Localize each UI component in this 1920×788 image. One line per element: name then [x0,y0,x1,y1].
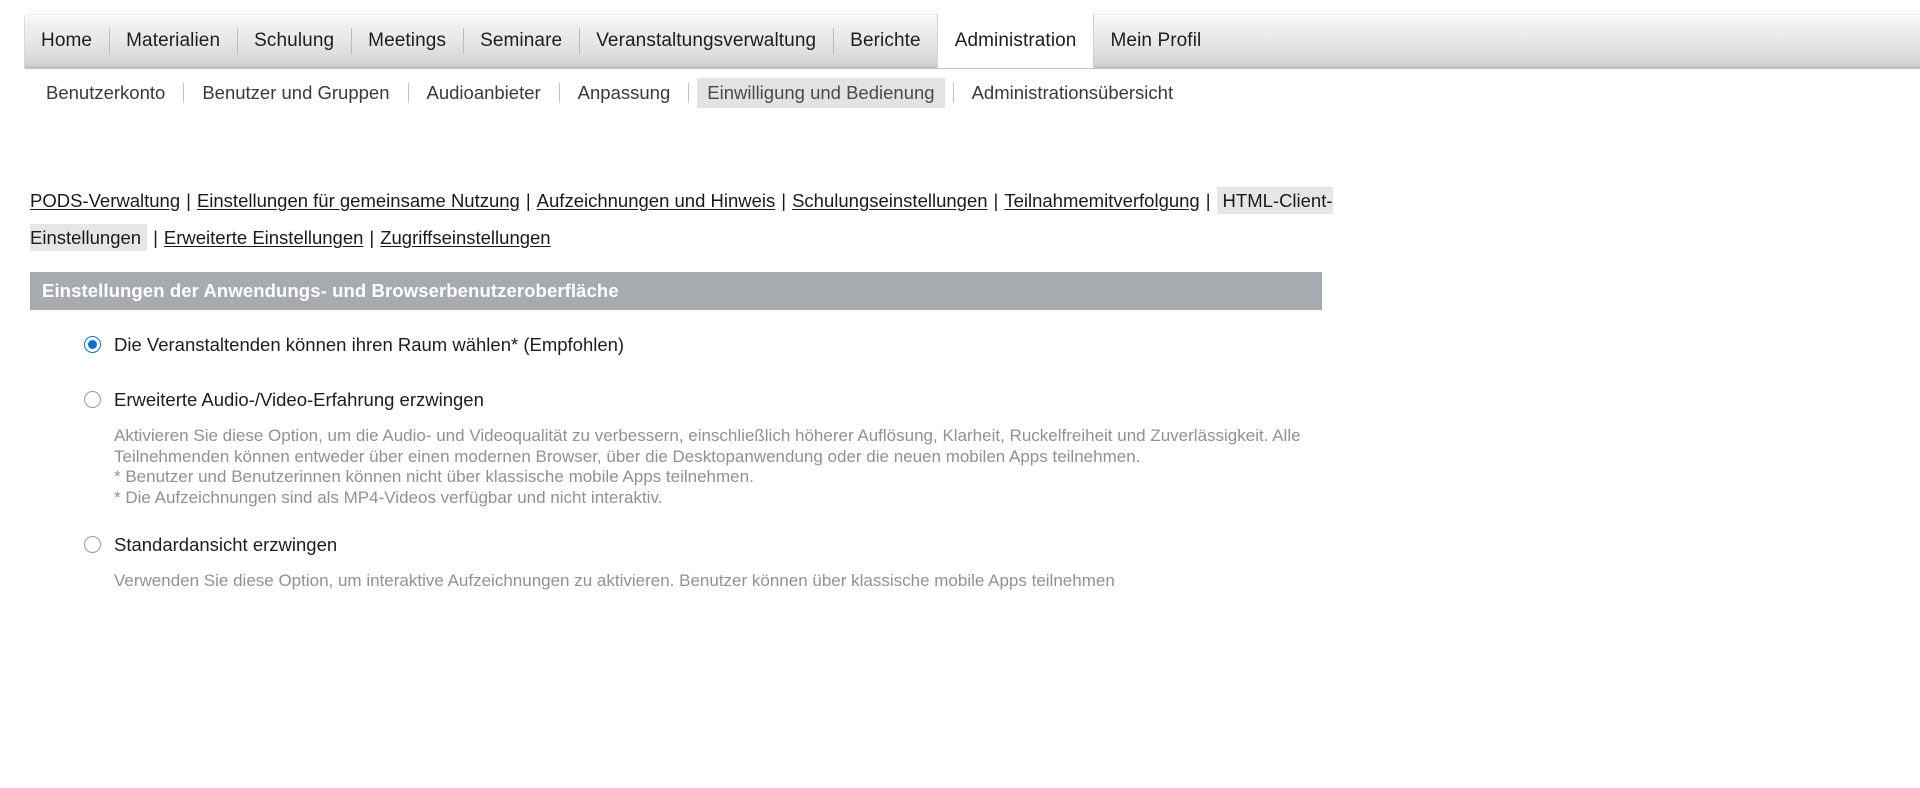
link-schulungseinstellungen[interactable]: Schulungseinstellungen [792,190,987,211]
link-separator: | [781,190,787,211]
subnav-item-einwilligung-und-bedienung[interactable]: Einwilligung und Bedienung [697,78,945,108]
link-separator: | [186,190,191,211]
main-tab-materialien[interactable]: Materialien [109,14,237,68]
link-pods-verwaltung[interactable]: PODS-Verwaltung [30,190,180,211]
subnav-item-benutzerkonto[interactable]: Benutzerkonto [36,78,175,108]
subnav-separator [688,83,690,103]
option-spacer [84,357,1920,387]
subnav-item-audioanbieter[interactable]: Audioanbieter [417,78,551,108]
option-die-veranstaltenden-k-nnen-ihren-raum-w--row[interactable]: Die Veranstaltenden können ihren Raum wä… [84,332,1920,357]
subnav-item-benutzer-und-gruppen[interactable]: Benutzer und Gruppen [192,78,399,108]
link-separator: | [1205,190,1211,211]
link-separator: | [993,190,999,211]
option-standardansicht-erzwingen-description-line: Verwenden Sie diese Option, um interakti… [114,571,1115,590]
option-erweiterte-audio-video-erfahrung-erzwing-label[interactable]: Erweiterte Audio-/Video-Erfahrung erzwin… [114,387,484,412]
section-header: Einstellungen der Anwendungs- und Browse… [30,272,1322,310]
sub-navigation-bar: Benutzerkonto Benutzer und Gruppen Audioan… [0,68,1920,120]
option-standardansicht-erzwingen-row[interactable]: Standardansicht erzwingen [84,532,1920,557]
top-navigation-bar: Home Materialien Schulung Meetings Seminare V… [0,0,1920,69]
link-separator: | [153,227,158,248]
link-zugriffseinstellungen[interactable]: Zugriffseinstellungen [380,227,550,248]
subnav-item-anpassung[interactable]: Anpassung [568,78,681,108]
option-erweiterte-audio-video-erfahrung-erzwing-description: Aktivieren Sie diese Option, um die Audi… [114,426,1329,508]
main-tab-list: Home Materialien Schulung Meetings Seminare V… [24,14,1920,68]
option-erweiterte-audio-video-erfahrung-erzwing-description-line: * Die Aufzeichnungen sind als MP4-Videos… [114,487,663,507]
link-erweiterte-einstellungen[interactable]: Erweiterte Einstellungen [164,227,364,248]
option-die-veranstaltenden-k-nnen-ihren-raum-w--radio[interactable] [84,336,101,353]
option-standardansicht-erzwingen-radio[interactable] [84,536,101,553]
settings-link-bar: PODS-Verwaltung | Einstellungen für gemein… [30,182,1380,256]
link-aufzeichnungen-und-hinweis[interactable]: Aufzeichnungen und Hinweis [537,190,776,211]
link-einstellungen-f-r-gemeinsame-nutzung[interactable]: Einstellungen für gemeinsame Nutzung [197,190,520,211]
subnav-separator [952,83,954,103]
main-tab-home[interactable]: Home [24,14,109,68]
option-spacer [84,508,1920,532]
option-standardansicht-erzwingen-label[interactable]: Standardansicht erzwingen [114,532,337,557]
subnav-separator [558,83,560,103]
main-tab-meetings[interactable]: Meetings [351,14,463,68]
option-die-veranstaltenden-k-nnen-ihren-raum-w--label[interactable]: Die Veranstaltenden können ihren Raum wä… [114,332,624,357]
main-tab-veranstaltungsverwaltung[interactable]: Veranstaltungsverwaltung [579,14,833,68]
main-tab-administration[interactable]: Administration [937,14,1094,68]
subnav-separator [407,83,409,103]
subnav-separator [183,83,185,103]
subnav-item-administrations-bersicht[interactable]: Administrationsübersicht [962,78,1184,108]
option-erweiterte-audio-video-erfahrung-erzwing-row[interactable]: Erweiterte Audio-/Video-Erfahrung erzwin… [84,387,1920,412]
main-tab-mein-profil[interactable]: Mein Profil [1093,14,1218,68]
link-teilnahmemitverfolgung[interactable]: Teilnahmemitverfolgung [1004,190,1199,211]
option-group: Die Veranstaltenden können ihren Raum wä… [30,310,1920,592]
main-tab-berichte[interactable]: Berichte [833,14,938,68]
option-erweiterte-audio-video-erfahrung-erzwing-description-line: Aktivieren Sie diese Option, um die Audi… [114,426,1301,466]
main-content: PODS-Verwaltung | Einstellungen für gemein… [0,120,1920,592]
link-separator: | [525,190,531,211]
option-standardansicht-erzwingen-description: Verwenden Sie diese Option, um interakti… [114,571,1329,592]
section-header-title: Einstellungen der Anwendungs- und Browse… [42,280,619,301]
main-tab-schulung[interactable]: Schulung [237,14,351,68]
main-tab-seminare[interactable]: Seminare [463,14,579,68]
link-separator: | [369,227,375,248]
option-erweiterte-audio-video-erfahrung-erzwing-radio[interactable] [84,391,101,408]
option-erweiterte-audio-video-erfahrung-erzwing-description-line: * Benutzer und Benutzerinnen können nich… [114,467,754,486]
